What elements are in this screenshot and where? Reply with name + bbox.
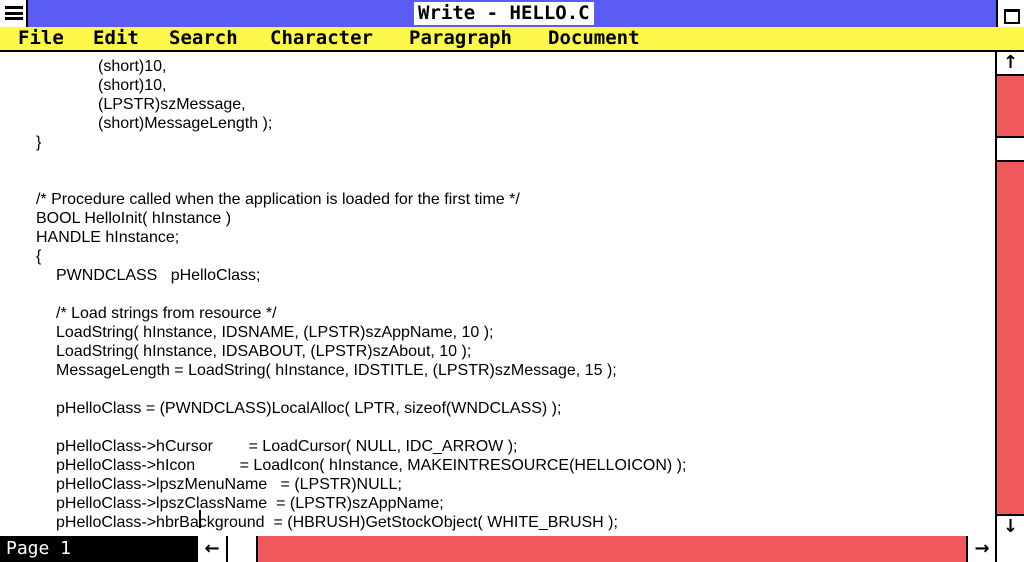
text-caret	[199, 510, 201, 528]
document-line: pHelloClass->hIcon = LoadIcon( hInstance…	[56, 457, 687, 474]
scroll-down-arrow-icon[interactable]: ↓	[997, 514, 1024, 538]
horizontal-scroll-thumb[interactable]	[228, 536, 258, 562]
title-bar[interactable]: Write - HELLO.C	[0, 0, 1024, 27]
menu-file[interactable]: File	[18, 27, 64, 50]
menu-paragraph[interactable]: Paragraph	[409, 27, 512, 50]
document-line: (short)MessageLength );	[98, 115, 273, 132]
document-line: /* Procedure called when the application…	[36, 191, 520, 208]
system-menu-icon[interactable]	[0, 0, 28, 27]
document-line: (short)10,	[98, 58, 167, 75]
document-line: /* Load strings from resource */	[56, 305, 277, 322]
document-line: MessageLength = LoadString( hInstance, I…	[56, 362, 617, 379]
window-title: Write - HELLO.C	[414, 2, 594, 25]
document-line: pHelloClass->hCursor = LoadCursor( NULL,…	[56, 438, 518, 455]
write-window: Write - HELLO.C File Edit Search Charact…	[0, 0, 1024, 562]
document-line: pHelloClass->lpszClassName = (LPSTR)szAp…	[56, 495, 444, 512]
status-bar: Page 1 ← →	[0, 536, 1024, 562]
document-area[interactable]: (short)10, (short)10, (LPSTR)szMessage, …	[0, 52, 995, 536]
menu-search[interactable]: Search	[169, 27, 238, 50]
document-line: pHelloClass->lpszMenuName = (LPSTR)NULL;	[56, 476, 402, 493]
size-box	[995, 536, 1024, 562]
scroll-right-arrow-icon[interactable]: →	[966, 536, 996, 562]
document-line: {	[36, 248, 42, 265]
document-line: LoadString( hInstance, IDSNAME, (LPSTR)s…	[56, 324, 494, 341]
document-line: pHelloClass = (PWNDCLASS)LocalAlloc( LPT…	[56, 400, 562, 417]
document-line: (short)10,	[98, 77, 167, 94]
document-line: }	[36, 134, 42, 151]
menu-edit[interactable]: Edit	[93, 27, 139, 50]
vertical-scroll-thumb[interactable]	[997, 136, 1024, 162]
menu-character[interactable]: Character	[270, 27, 373, 50]
vertical-scrollbar[interactable]: ↑ ↓	[995, 52, 1024, 538]
scroll-up-arrow-icon[interactable]: ↑	[997, 52, 1024, 76]
menu-document[interactable]: Document	[548, 27, 640, 50]
scroll-left-arrow-icon[interactable]: ←	[198, 536, 228, 562]
document-line: pHelloClass->hbrBackground = (HBRUSH)Get…	[56, 514, 618, 531]
document-line: PWNDCLASS pHelloClass;	[56, 267, 261, 284]
document-line: (LPSTR)szMessage,	[98, 96, 246, 113]
maximize-icon[interactable]	[996, 0, 1024, 27]
horizontal-scrollbar[interactable]: ← →	[196, 536, 996, 562]
document-line: LoadString( hInstance, IDSABOUT, (LPSTR)…	[56, 343, 472, 360]
document-line: BOOL HelloInit( hInstance )	[36, 210, 232, 227]
page-indicator: Page 1	[6, 538, 72, 559]
menu-bar: File Edit Search Character Paragraph Doc…	[0, 27, 1024, 52]
document-line: HANDLE hInstance;	[36, 229, 180, 246]
